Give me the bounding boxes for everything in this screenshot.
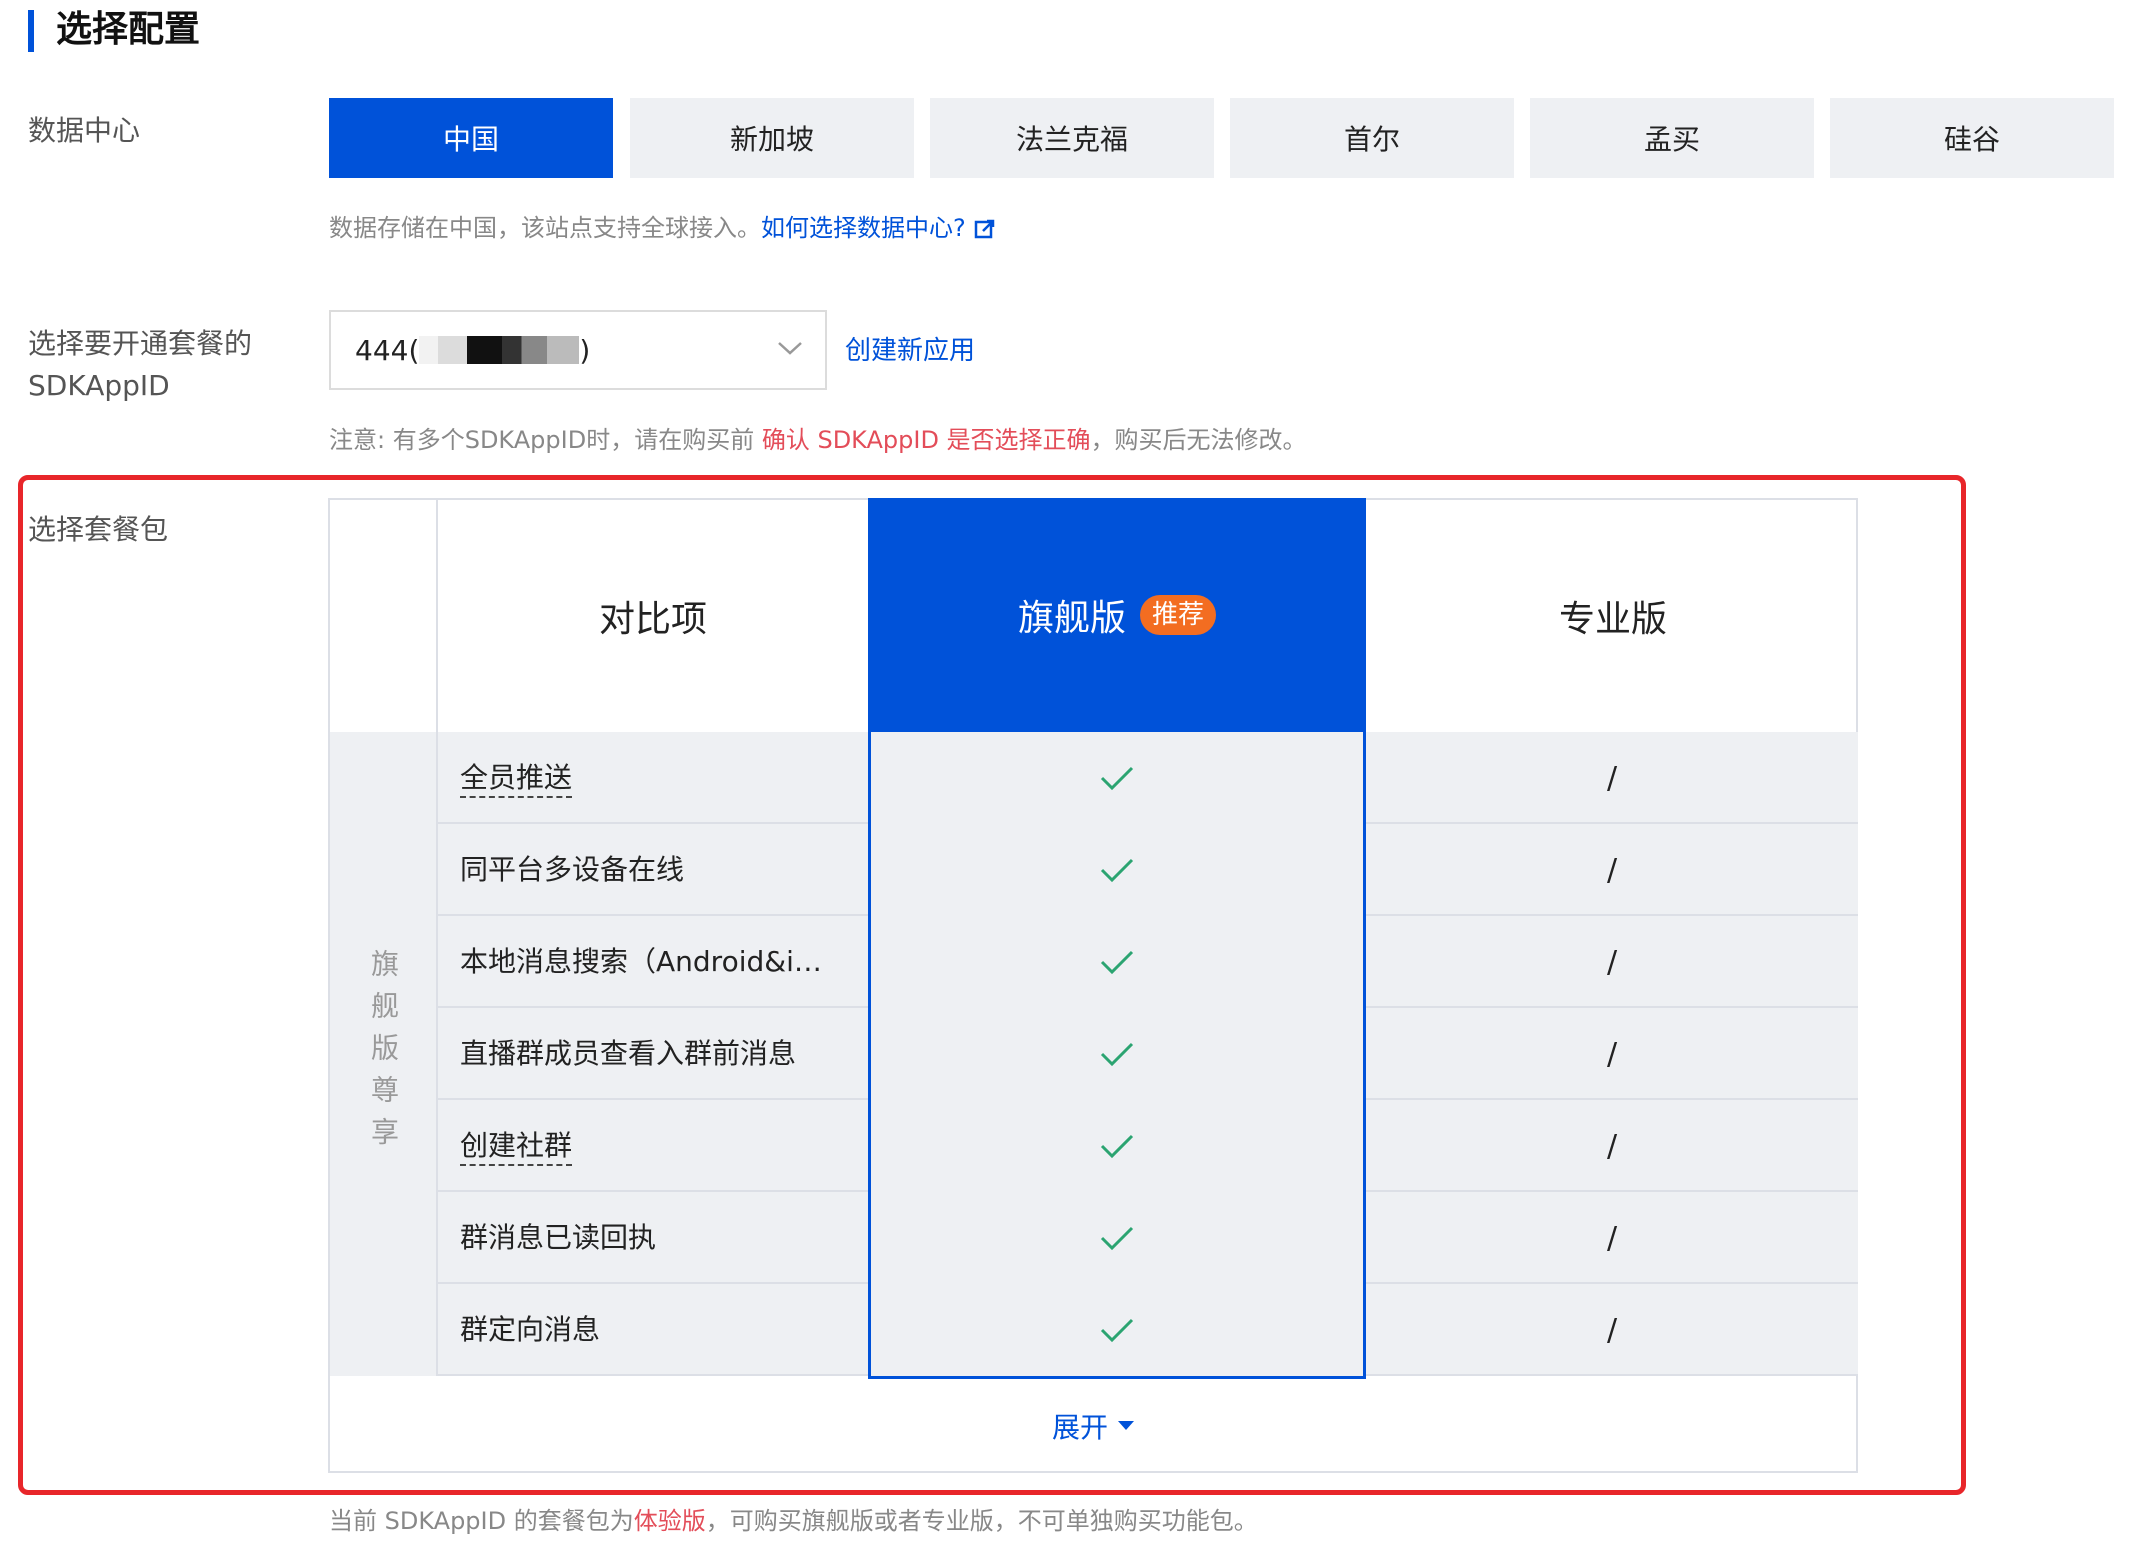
sdkappid-note-prefix: 注意: 有多个SDKAppID时，请在购买前 bbox=[329, 426, 762, 454]
feature-name: 群定向消息 bbox=[460, 1313, 601, 1346]
pro-cell: / bbox=[1606, 1036, 1618, 1072]
package-label: 选择套餐包 bbox=[28, 513, 169, 546]
flagship-cell bbox=[868, 1284, 1366, 1376]
pro-cell: / bbox=[1606, 760, 1618, 796]
data-center-label: 数据中心 bbox=[28, 114, 141, 147]
dc-option-frankfurt[interactable]: 法兰克福 bbox=[930, 98, 1214, 178]
expand-button[interactable]: 展开 bbox=[330, 1378, 1856, 1473]
sdkappid-note-suffix: ，购买后无法修改。 bbox=[1090, 426, 1307, 454]
sdkappid-select[interactable]: 444( ) bbox=[329, 310, 827, 390]
compare-header: 对比项 bbox=[598, 599, 707, 640]
data-center-hint-text: 数据存储在中国，该站点支持全球接入。 bbox=[329, 214, 761, 242]
data-center-help-link[interactable]: 如何选择数据中心? bbox=[761, 214, 966, 242]
sdkappid-label-line1: 选择要开通套餐的 bbox=[28, 327, 253, 360]
table-row: 直播群成员查看入群前消息 / bbox=[438, 1008, 1858, 1100]
table-row: 本地消息搜索（Android&i… / bbox=[438, 916, 1858, 1008]
redacted-id-mask bbox=[419, 336, 580, 364]
feature-name: 群消息已读回执 bbox=[460, 1221, 657, 1254]
feature-name: 直播群成员查看入群前消息 bbox=[460, 1037, 797, 1070]
table-row: 群定向消息 / bbox=[438, 1284, 1858, 1376]
feature-name: 同平台多设备在线 bbox=[460, 853, 685, 886]
sdkappid-note: 注意: 有多个SDKAppID时，请在购买前 确认 SDKAppID 是否选择正… bbox=[329, 422, 1307, 458]
chevron-down-icon bbox=[778, 342, 802, 355]
table-row: 同平台多设备在线 / bbox=[438, 824, 1858, 916]
recommend-badge: 推荐 bbox=[1140, 595, 1217, 635]
feature-name: 本地消息搜索（Android&i… bbox=[460, 945, 822, 978]
pro-cell: / bbox=[1606, 852, 1618, 888]
flagship-cell bbox=[868, 1100, 1366, 1192]
check-icon bbox=[1100, 766, 1134, 791]
footer-emphasis: 体验版 bbox=[633, 1507, 706, 1535]
dc-option-seoul[interactable]: 首尔 bbox=[1230, 98, 1514, 178]
flagship-column-header[interactable]: 旗舰版 推荐 bbox=[868, 498, 1366, 732]
group-cell: 旗舰版尊享 bbox=[330, 732, 438, 1376]
create-app-link[interactable]: 创建新应用 bbox=[845, 330, 975, 367]
pro-column-header[interactable]: 专业版 bbox=[1366, 500, 1860, 732]
table-row: 全员推送 / bbox=[438, 732, 1858, 824]
group-label: 旗舰版尊享 bbox=[367, 949, 400, 1159]
table-row: 创建社群 / bbox=[438, 1100, 1858, 1192]
external-link-icon[interactable] bbox=[974, 218, 996, 240]
sdkappid-value-suffix: ) bbox=[579, 333, 591, 367]
flagship-header-label: 旗舰版 bbox=[1017, 598, 1126, 639]
flagship-cell bbox=[868, 1008, 1366, 1100]
check-icon bbox=[1100, 1042, 1134, 1067]
caret-down-icon bbox=[1118, 1421, 1134, 1430]
feature-name: 创建社群 bbox=[460, 1100, 573, 1192]
dc-option-china[interactable]: 中国 bbox=[329, 98, 613, 178]
dc-option-singapore[interactable]: 新加坡 bbox=[630, 98, 914, 178]
dc-option-mumbai[interactable]: 孟买 bbox=[1530, 98, 1814, 178]
pro-cell: / bbox=[1606, 1128, 1618, 1164]
section-title: 选择配置 bbox=[56, 9, 201, 50]
flagship-cell bbox=[868, 732, 1366, 824]
table-row: 群消息已读回执 / bbox=[438, 1192, 1858, 1284]
footer-suffix: ，可购买旗舰版或者专业版，不可单独购买功能包。 bbox=[705, 1507, 1258, 1535]
pro-cell: / bbox=[1606, 1312, 1618, 1348]
expand-label: 展开 bbox=[1051, 1410, 1108, 1444]
dc-option-silicon-valley[interactable]: 硅谷 bbox=[1830, 98, 2114, 178]
header-blank-cell bbox=[330, 500, 438, 732]
check-icon bbox=[1100, 1226, 1134, 1251]
footer-prefix: 当前 SDKAppID 的套餐包为 bbox=[329, 1507, 634, 1535]
check-icon bbox=[1100, 858, 1134, 883]
check-icon bbox=[1100, 1134, 1134, 1159]
package-compare-table: 对比项 旗舰版 推荐 专业版 旗舰版尊享 全员推送 / 同平台多设备在线 / 本… bbox=[328, 498, 1858, 1473]
pro-cell: / bbox=[1606, 944, 1618, 980]
sdkappid-label-line2: SDKAppID bbox=[28, 369, 170, 402]
check-icon bbox=[1100, 1318, 1134, 1343]
data-center-hint: 数据存储在中国，该站点支持全球接入。如何选择数据中心? bbox=[329, 210, 996, 246]
flagship-cell bbox=[868, 824, 1366, 916]
sdkappid-value-prefix: 444( bbox=[355, 333, 420, 367]
flagship-cell bbox=[868, 1192, 1366, 1284]
feature-name: 全员推送 bbox=[460, 732, 573, 824]
section-accent-bar bbox=[28, 10, 34, 52]
package-footer-note: 当前 SDKAppID 的套餐包为体验版，可购买旗舰版或者专业版，不可单独购买功… bbox=[329, 1503, 1258, 1539]
flagship-cell bbox=[868, 916, 1366, 1008]
check-icon bbox=[1100, 950, 1134, 975]
pro-cell: / bbox=[1606, 1220, 1618, 1256]
sdkappid-note-emphasis: 确认 SDKAppID 是否选择正确 bbox=[761, 426, 1091, 454]
